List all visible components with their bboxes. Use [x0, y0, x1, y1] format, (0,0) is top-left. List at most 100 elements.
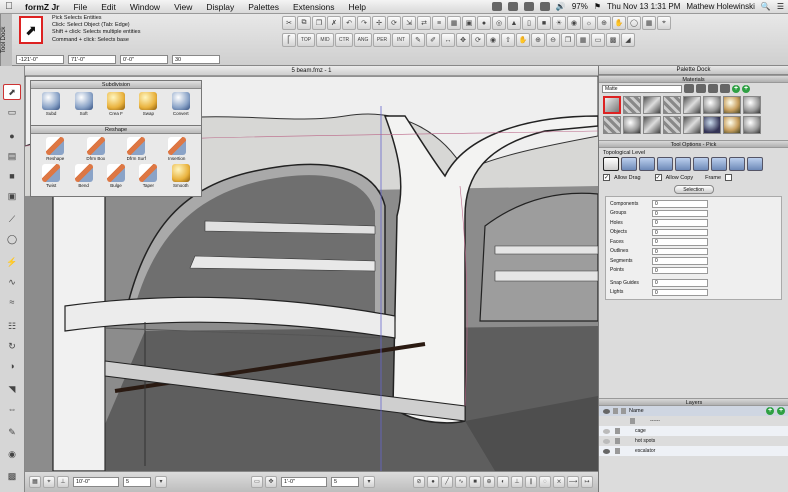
- point-icon[interactable]: ●: [3, 128, 21, 144]
- snap-intersect-icon[interactable]: ⨯: [553, 476, 565, 488]
- ortho-toggle-icon[interactable]: ⊥: [57, 476, 69, 488]
- bluetooth-icon[interactable]: [523, 2, 534, 11]
- zoom-icon[interactable]: ⊕: [597, 16, 611, 30]
- twist-tool[interactable]: Twist: [36, 164, 66, 188]
- snap-perp-icon[interactable]: ⊥: [511, 476, 523, 488]
- view-icon[interactable]: ◯: [627, 16, 641, 30]
- clock[interactable]: Thu Nov 13 1:31 PM: [607, 2, 680, 11]
- plane-icon[interactable]: ▭: [251, 476, 263, 488]
- model-viewport[interactable]: 5 beam.fmz - 1 Subdivision Subd Soft Cre…: [25, 66, 598, 471]
- pick-tool-icon[interactable]: ⬈: [19, 16, 43, 44]
- wifi-icon[interactable]: [539, 2, 550, 11]
- snap-mid-icon[interactable]: ◐: [497, 476, 509, 488]
- brush-icon[interactable]: ✐: [426, 33, 440, 47]
- snap-extend-icon[interactable]: ⟶: [567, 476, 579, 488]
- crease-tool[interactable]: Crea F: [101, 92, 131, 116]
- smooth-tool[interactable]: Smooth: [166, 164, 196, 188]
- material-swatch[interactable]: [703, 116, 721, 134]
- snap-center-icon[interactable]: ⊕: [483, 476, 495, 488]
- add-material-icon[interactable]: +: [732, 84, 740, 93]
- material-swatch[interactable]: [623, 96, 641, 114]
- reshape-tool[interactable]: Reshape: [40, 137, 70, 161]
- material-swatch[interactable]: [663, 96, 681, 114]
- align-icon[interactable]: ≡: [432, 16, 446, 30]
- material-swatch[interactable]: [643, 116, 661, 134]
- layer-visibility-icon[interactable]: [603, 438, 610, 444]
- material-swatch[interactable]: [663, 116, 681, 134]
- taper-tool[interactable]: Taper: [133, 164, 163, 188]
- light-icon[interactable]: ☼: [582, 16, 596, 30]
- snap-guide-icon[interactable]: ↦: [581, 476, 593, 488]
- snap-ang-icon[interactable]: ANG: [354, 33, 372, 47]
- topo-point-icon[interactable]: [621, 157, 637, 171]
- menu-display[interactable]: Display: [199, 2, 241, 12]
- snap-curve-icon[interactable]: ∿: [455, 476, 467, 488]
- mirror-icon[interactable]: ⇄: [417, 16, 431, 30]
- snap-point-icon[interactable]: ●: [427, 476, 439, 488]
- topo-outline-icon[interactable]: [657, 157, 673, 171]
- torus-icon[interactable]: ◎: [492, 16, 506, 30]
- list-icon[interactable]: ☰: [777, 2, 784, 11]
- material-swatch[interactable]: [683, 96, 701, 114]
- material-swatch[interactable]: [643, 96, 661, 114]
- delete-icon[interactable]: ✗: [327, 16, 341, 30]
- x-coordinate-field[interactable]: -121'-0": [16, 55, 64, 64]
- sphere-icon[interactable]: ●: [477, 16, 491, 30]
- y-coordinate-field[interactable]: 71'-0": [68, 55, 116, 64]
- frame-checkbox[interactable]: [725, 174, 732, 181]
- grid-icon[interactable]: ▦: [642, 16, 656, 30]
- snap-options-icon[interactable]: ▾: [363, 476, 375, 488]
- circle-tool-icon[interactable]: ◯: [3, 231, 21, 247]
- soft-tool[interactable]: Soft: [69, 92, 99, 116]
- convert-tool[interactable]: Convert: [166, 92, 196, 116]
- snap-ctr-icon[interactable]: CTR: [335, 33, 353, 47]
- material-option-icon[interactable]: [684, 84, 694, 93]
- planes-icon[interactable]: ▭: [591, 33, 605, 47]
- topo-object-icon[interactable]: [603, 157, 619, 171]
- scissors-icon[interactable]: ✂: [282, 16, 296, 30]
- grid-toggle-icon[interactable]: ▦: [29, 476, 41, 488]
- allow-drag-checkbox[interactable]: ✓: [603, 174, 610, 181]
- spotlight-icon[interactable]: 🔍: [761, 2, 771, 11]
- fill-icon[interactable]: ▩: [606, 33, 620, 47]
- add-material-icon[interactable]: +: [742, 84, 750, 93]
- bend-tool[interactable]: Bend: [69, 164, 99, 188]
- orbit-icon[interactable]: ⟳: [471, 33, 485, 47]
- material-swatch[interactable]: [603, 96, 621, 114]
- volume-icon[interactable]: 🔊: [556, 2, 566, 11]
- cone-icon[interactable]: ▲: [507, 16, 521, 30]
- spline-tool-icon[interactable]: ≈: [3, 294, 21, 310]
- snap-per-icon[interactable]: PER: [373, 33, 391, 47]
- measure-icon[interactable]: ↔: [441, 33, 455, 47]
- material-swatch[interactable]: [743, 96, 761, 114]
- add-layer-icon[interactable]: +: [766, 407, 774, 415]
- topo-hole-icon[interactable]: [729, 157, 745, 171]
- angle-field[interactable]: 30: [172, 55, 220, 64]
- pick-arrow-icon[interactable]: ⬈: [3, 84, 21, 100]
- layer-row[interactable]: hot spots: [599, 436, 788, 446]
- array-tool-icon[interactable]: ☷: [3, 318, 21, 334]
- snap-face-icon[interactable]: ■: [469, 476, 481, 488]
- text-tool-icon[interactable]: ✎: [3, 424, 21, 440]
- axis-icon[interactable]: ✥: [265, 476, 277, 488]
- zigzag-tool-icon[interactable]: ⚡: [3, 254, 21, 270]
- bulge-tool[interactable]: Bulge: [101, 164, 131, 188]
- deform-box-tool[interactable]: Dfrm Box: [81, 137, 111, 161]
- menu-window[interactable]: Window: [123, 2, 167, 12]
- shade-icon[interactable]: ◢: [621, 33, 635, 47]
- topo-component-icon[interactable]: [711, 157, 727, 171]
- rotate-icon[interactable]: ⟳: [387, 16, 401, 30]
- topo-all-icon[interactable]: [747, 157, 763, 171]
- material-option-icon[interactable]: [696, 84, 706, 93]
- menu-palettes[interactable]: Palettes: [241, 2, 286, 12]
- cylinder-icon[interactable]: ▯: [522, 16, 536, 30]
- snap-toggle-icon[interactable]: ⌖: [43, 476, 55, 488]
- material-swatch[interactable]: [723, 116, 741, 134]
- layer-lock-icon[interactable]: [615, 448, 620, 454]
- apple-icon[interactable]: : [0, 1, 18, 12]
- group-icon[interactable]: ▦: [447, 16, 461, 30]
- move-icon[interactable]: ✢: [372, 16, 386, 30]
- zoom-out-icon[interactable]: ⊖: [546, 33, 560, 47]
- redo-icon[interactable]: ↷: [357, 16, 371, 30]
- swap-tool[interactable]: Swap: [133, 92, 163, 116]
